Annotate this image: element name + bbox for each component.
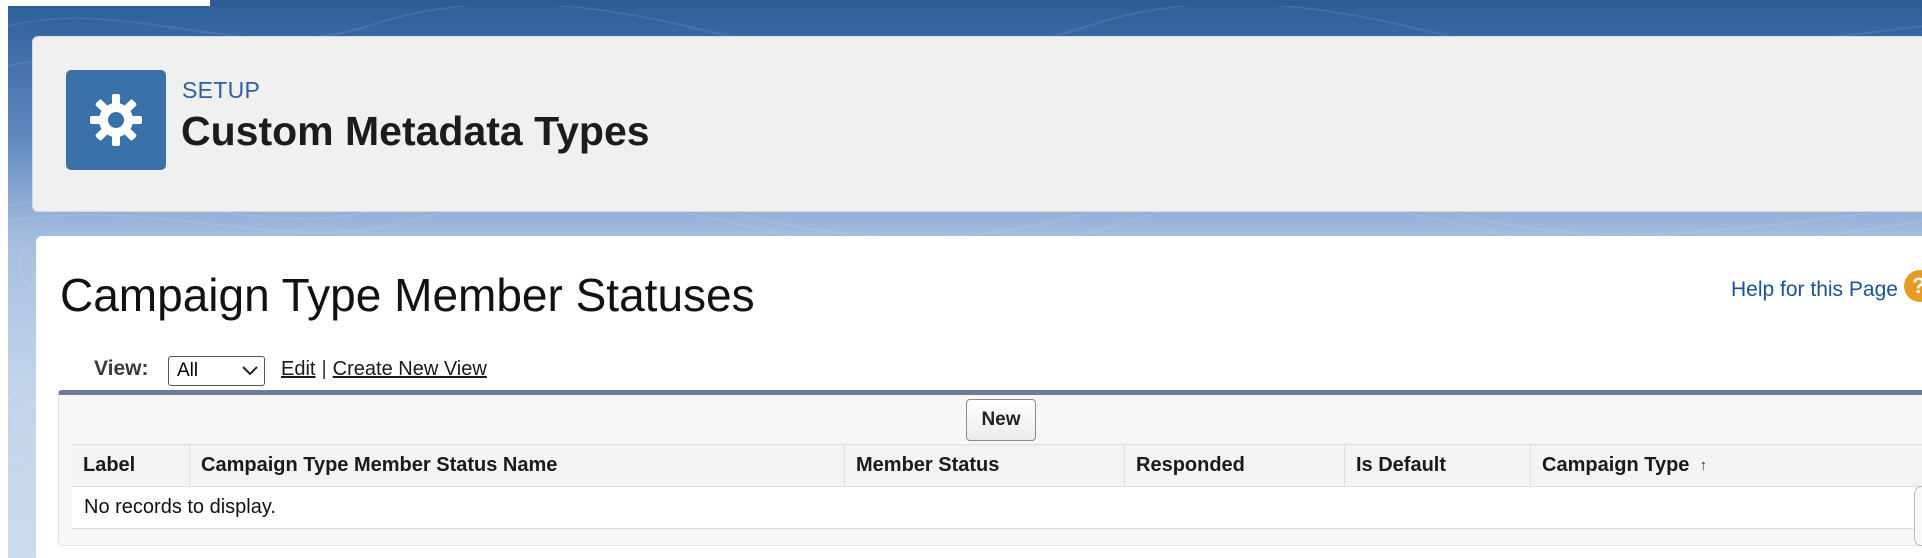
new-button[interactable]: New [966,399,1036,441]
column-header-member-status[interactable]: Member Status [844,445,1124,486]
gear-icon [90,94,142,146]
left-edge [0,0,8,558]
records-table: Label Campaign Type Member Status Name M… [72,444,1922,529]
chevron-down-icon [242,366,258,376]
view-label: View: [94,357,149,380]
header-title: Custom Metadata Types [181,108,650,154]
column-header-status-name[interactable]: Campaign Type Member Status Name [189,445,844,486]
view-links: Edit | Create New View [281,358,487,381]
column-header-responded[interactable]: Responded [1124,445,1344,486]
create-new-view-link[interactable]: Create New View [333,358,487,380]
column-header-campaign-type-label: Campaign Type [1542,454,1690,476]
help-for-this-page-link[interactable]: Help for this Page [1731,278,1898,302]
column-header-is-default[interactable]: Is Default [1344,445,1530,486]
edit-view-link[interactable]: Edit [281,358,315,380]
column-header-campaign-type[interactable]: Campaign Type ↑ [1530,445,1922,486]
view-select-value: All [177,360,199,381]
setup-gear-icon [66,70,166,170]
view-select[interactable]: All [168,356,265,386]
link-separator: | [321,358,327,380]
table-header-row: Label Campaign Type Member Status Name M… [72,444,1922,487]
column-header-label[interactable]: Label [72,445,189,486]
page-title: Campaign Type Member Statuses [60,269,755,321]
breadcrumb-setup: SETUP [182,77,261,103]
empty-message: No records to display. [72,487,1922,529]
sort-ascending-icon: ↑ [1699,457,1707,474]
side-panel-handle[interactable] [1914,486,1922,546]
